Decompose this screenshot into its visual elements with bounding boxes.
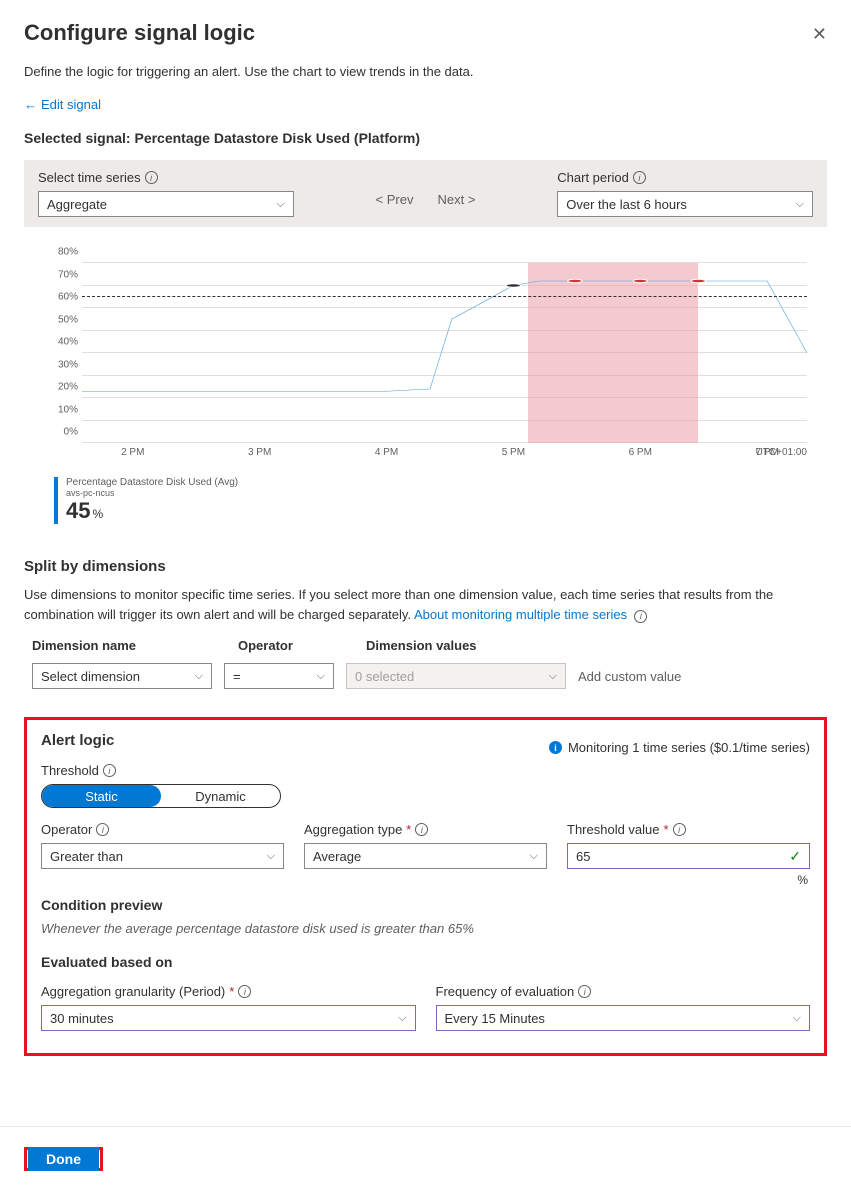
threshval-label: Threshold value bbox=[567, 822, 660, 837]
done-button[interactable]: Done bbox=[28, 1147, 99, 1171]
chevron-down-icon: ⌵ bbox=[796, 198, 804, 211]
chart-line bbox=[82, 263, 807, 443]
aggtype-select[interactable]: Average⌵ bbox=[304, 843, 547, 869]
alert-logic-heading: Alert logic bbox=[41, 732, 114, 749]
info-icon[interactable]: i bbox=[634, 610, 647, 623]
monitoring-info: Monitoring 1 time series ($0.1/time seri… bbox=[549, 740, 810, 755]
condition-preview-text: Whenever the average percentage datastor… bbox=[41, 921, 810, 936]
info-icon[interactable]: i bbox=[578, 985, 591, 998]
threshold-value-input[interactable]: 65✓ bbox=[567, 843, 810, 869]
chart-controls-bar: Select time series i Aggregate ⌵ < Prev N… bbox=[24, 160, 827, 227]
info-icon[interactable]: i bbox=[633, 171, 646, 184]
threshold-static-tab[interactable]: Static bbox=[42, 785, 161, 807]
prev-button[interactable]: < Prev bbox=[376, 192, 414, 207]
back-arrow-icon: ← bbox=[24, 97, 37, 112]
chevron-down-icon: ⌵ bbox=[276, 198, 284, 211]
threshold-toggle[interactable]: Static Dynamic bbox=[41, 784, 281, 808]
info-icon[interactable]: i bbox=[96, 823, 109, 836]
dimensions-heading: Split by dimensions bbox=[24, 558, 827, 575]
checkmark-icon: ✓ bbox=[789, 848, 801, 865]
operator-select[interactable]: Greater than⌵ bbox=[41, 843, 284, 869]
add-custom-value[interactable]: Add custom value bbox=[578, 669, 819, 684]
col-dimension-values: Dimension values bbox=[366, 638, 477, 653]
info-icon[interactable]: i bbox=[238, 985, 251, 998]
threshold-label: Threshold bbox=[41, 763, 99, 778]
page-subtitle: Define the logic for triggering an alert… bbox=[24, 64, 827, 79]
granularity-label: Aggregation granularity (Period) bbox=[41, 984, 225, 999]
chart-period-select[interactable]: Over the last 6 hours ⌵ bbox=[557, 191, 813, 217]
info-icon[interactable]: i bbox=[145, 171, 158, 184]
info-icon[interactable]: i bbox=[103, 764, 116, 777]
close-icon[interactable]: ✕ bbox=[812, 20, 827, 45]
dimensions-description: Use dimensions to monitor specific time … bbox=[24, 585, 827, 624]
time-series-label: Select time series bbox=[38, 170, 141, 185]
condition-preview-heading: Condition preview bbox=[41, 897, 810, 913]
granularity-select[interactable]: 30 minutes⌵ bbox=[41, 1005, 416, 1031]
dimension-operator-select[interactable]: =⌵ bbox=[224, 663, 334, 689]
selected-signal: Selected signal: Percentage Datastore Di… bbox=[24, 130, 827, 146]
chart-period-label: Chart period bbox=[557, 170, 629, 185]
info-icon[interactable]: i bbox=[673, 823, 686, 836]
time-series-select[interactable]: Aggregate ⌵ bbox=[38, 191, 294, 217]
chart: 0% 10% 20% 30% 40% 50% 60% 70% 80% bbox=[24, 237, 827, 524]
info-icon bbox=[549, 741, 562, 754]
col-operator: Operator bbox=[238, 638, 348, 653]
frequency-label: Frequency of evaluation bbox=[436, 984, 575, 999]
about-monitoring-link[interactable]: About monitoring multiple time series bbox=[414, 607, 627, 622]
threshold-unit: % bbox=[567, 873, 810, 887]
col-dimension-name: Dimension name bbox=[32, 638, 220, 653]
next-button[interactable]: Next > bbox=[437, 192, 475, 207]
page-title: Configure signal logic bbox=[24, 20, 255, 46]
chart-legend: Percentage Datastore Disk Used (Avg) avs… bbox=[44, 477, 807, 524]
chart-threshold-line bbox=[82, 296, 807, 297]
alert-logic-section: Alert logic Monitoring 1 time series ($0… bbox=[24, 717, 827, 1056]
edit-signal-link[interactable]: ←Edit signal bbox=[24, 97, 827, 112]
operator-label: Operator bbox=[41, 822, 92, 837]
aggtype-label: Aggregation type bbox=[304, 822, 402, 837]
timezone-label: UTC+01:00 bbox=[756, 447, 807, 458]
dimension-name-select[interactable]: Select dimension⌵ bbox=[32, 663, 212, 689]
frequency-select[interactable]: Every 15 Minutes⌵ bbox=[436, 1005, 811, 1031]
threshold-dynamic-tab[interactable]: Dynamic bbox=[161, 785, 280, 807]
info-icon[interactable]: i bbox=[415, 823, 428, 836]
dimension-values-select[interactable]: 0 selected⌵ bbox=[346, 663, 566, 689]
evaluated-heading: Evaluated based on bbox=[41, 954, 810, 970]
